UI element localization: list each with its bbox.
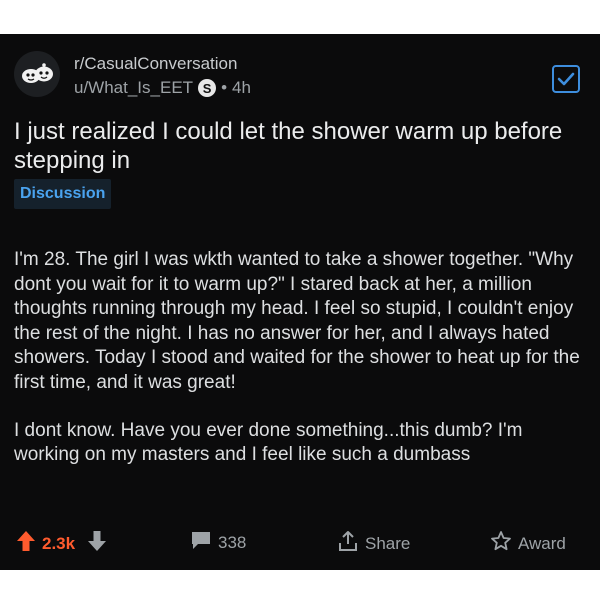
meta-separator: • <box>221 78 228 97</box>
share-button[interactable]: Share <box>337 530 410 557</box>
upvote-icon[interactable] <box>16 530 36 557</box>
username[interactable]: u/What_Is_EET <box>74 78 193 98</box>
post-body: I'm 28. The girl I was wkth wanted to ta… <box>14 248 590 468</box>
body-paragraph: I dont know. Have you ever done somethin… <box>14 419 523 466</box>
subreddit-name[interactable]: r/CasualConversation <box>74 54 237 74</box>
post-flair[interactable]: Discussion <box>14 179 112 209</box>
post-card: r/CasualConversation u/What_Is_EET S • 4… <box>0 34 600 570</box>
share-icon <box>337 530 359 557</box>
action-bar: 2.3k 338 Share Award <box>0 524 600 560</box>
subreddit-avatar-icon[interactable] <box>14 51 60 97</box>
share-label: Share <box>365 533 411 553</box>
body-paragraph: I'm 28. The girl I was wkth wanted to ta… <box>14 249 580 393</box>
award-label: Award <box>518 533 566 553</box>
user-badge: S <box>198 79 217 97</box>
comments-button[interactable]: 338 <box>190 530 246 555</box>
checkbox-icon[interactable] <box>552 65 580 93</box>
post-title[interactable]: I just realized I could let the shower w… <box>14 117 594 175</box>
comment-count: 338 <box>218 532 247 552</box>
upvote-count: 2.3k <box>42 533 76 553</box>
award-button[interactable]: Award <box>490 530 566 557</box>
downvote-icon[interactable] <box>87 530 107 557</box>
award-icon <box>490 530 512 557</box>
post-age: 4h <box>232 78 251 97</box>
post-meta: u/What_Is_EET S • 4h <box>74 78 251 98</box>
vote-group: 2.3k <box>16 530 107 557</box>
comment-icon <box>190 530 212 555</box>
